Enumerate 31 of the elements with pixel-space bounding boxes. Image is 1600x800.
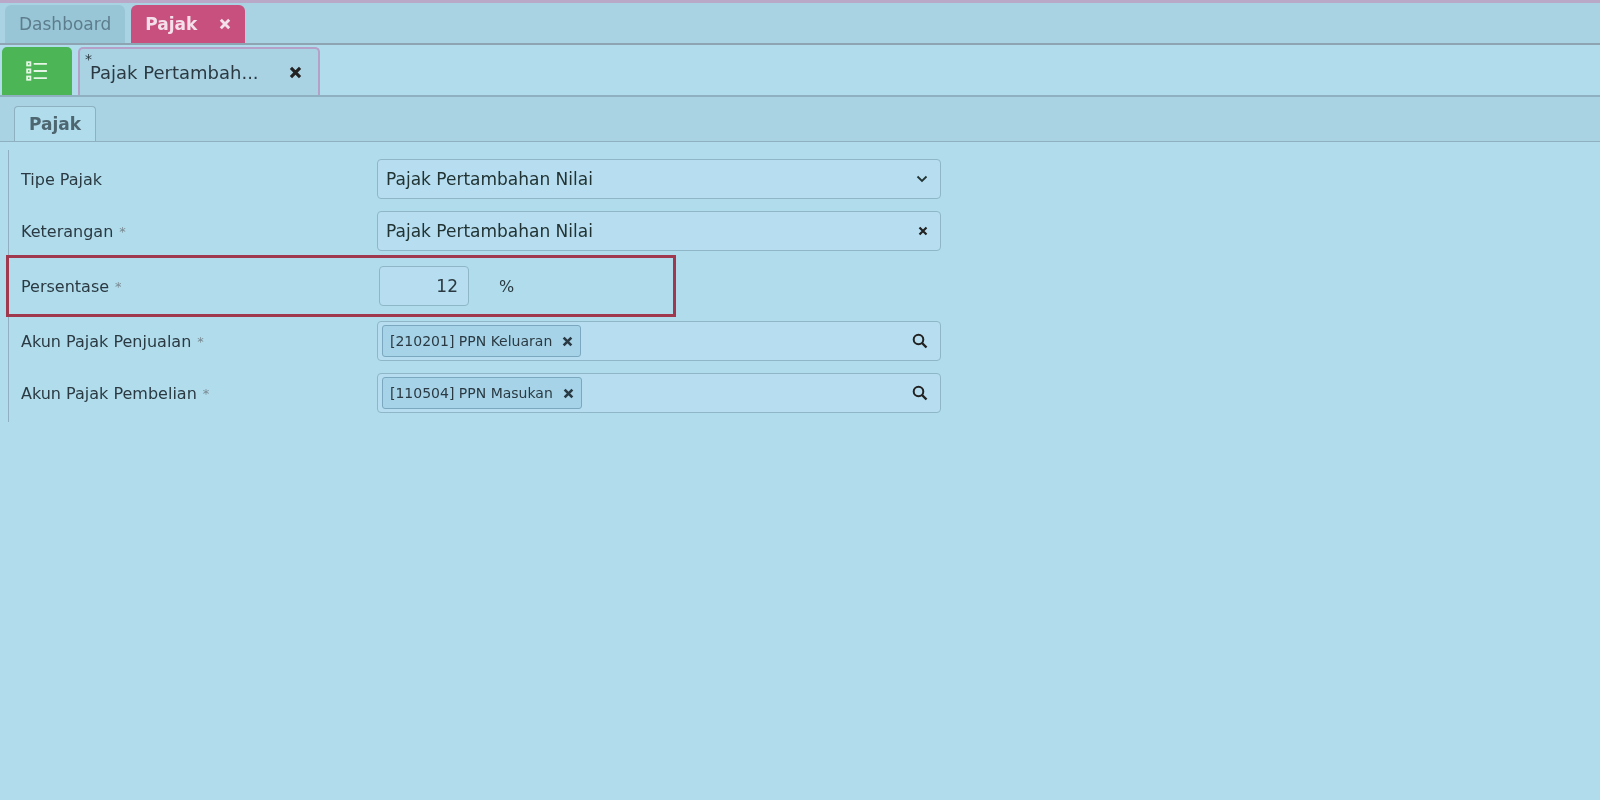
tab-label: Pajak Pertambah... <box>90 61 259 83</box>
remove-icon[interactable] <box>562 387 574 399</box>
document-tab[interactable]: * Pajak Pertambah... <box>78 47 320 95</box>
account-field[interactable]: [210201] PPN Keluaran <box>377 321 941 361</box>
input-field[interactable]: Pajak Pertambahan Nilai <box>377 211 941 251</box>
list-icon <box>26 61 48 81</box>
clear-icon[interactable] <box>918 226 928 236</box>
required-mark: * <box>202 385 210 401</box>
account-field[interactable]: [110504] PPN Masukan <box>377 373 941 413</box>
tax-type-dropdown[interactable]: Pajak Pertambahan Nilai <box>377 159 941 199</box>
required-mark: * <box>115 278 122 294</box>
tab-label: Pajak <box>145 14 198 34</box>
close-icon[interactable] <box>288 65 302 79</box>
tab-label: Dashboard <box>19 14 112 34</box>
search-icon[interactable] <box>912 385 928 401</box>
required-mark: * <box>119 223 126 239</box>
field-label: Akun Pajak Penjualan <box>21 331 192 351</box>
tag-label: [210201] PPN Keluaran <box>390 333 553 349</box>
field-label: Persentase <box>21 276 110 296</box>
tag-label: [110504] PPN Masukan <box>390 385 553 401</box>
remove-icon[interactable] <box>562 335 574 347</box>
search-icon[interactable] <box>912 333 928 349</box>
modified-mark: * <box>85 51 92 67</box>
chevron-down-icon <box>916 175 928 183</box>
input-field[interactable]: 12 <box>379 266 469 306</box>
field-label: Tipe Pajak <box>21 169 103 189</box>
field-label: Akun Pajak Pembelian <box>21 383 197 403</box>
unit-label: % <box>499 276 515 296</box>
required-mark: * <box>197 333 204 349</box>
field-label: Keterangan <box>21 221 114 241</box>
form-tab[interactable]: Pajak <box>14 106 97 141</box>
